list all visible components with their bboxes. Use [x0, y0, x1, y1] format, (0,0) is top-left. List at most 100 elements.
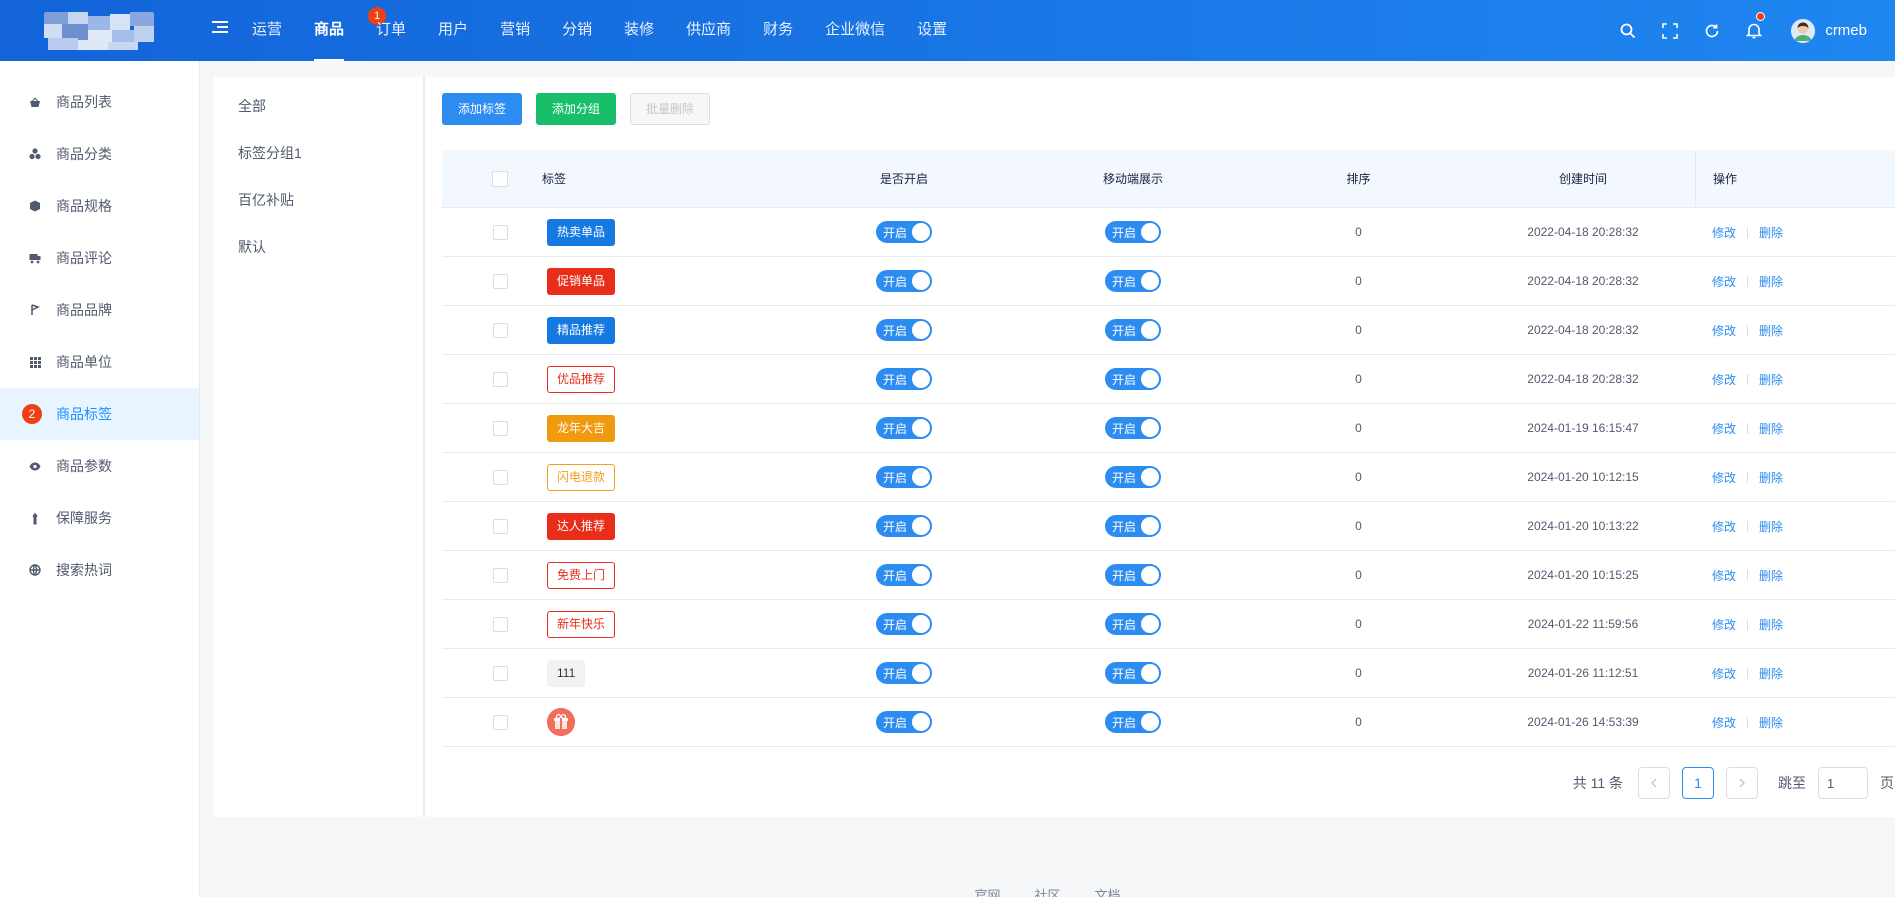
delete-link[interactable]: 删除 [1759, 714, 1783, 731]
row-checkbox[interactable] [492, 518, 508, 534]
tag-group-item[interactable]: 标签分组1 [214, 130, 423, 177]
open-switch[interactable]: 开启 [876, 662, 932, 684]
nav-item-1[interactable]: 商品 1 [298, 0, 387, 61]
mobile-switch[interactable]: 开启 [1105, 613, 1161, 635]
delete-link[interactable]: 删除 [1759, 224, 1783, 241]
nav-item-0[interactable]: 运营 [236, 0, 298, 61]
nav-item-10[interactable]: 设置 [901, 0, 963, 61]
mobile-switch[interactable]: 开启 [1105, 711, 1161, 733]
select-all-checkbox[interactable] [492, 170, 508, 187]
nav-item-6[interactable]: 装修 [608, 0, 670, 61]
edit-link[interactable]: 修改 [1712, 665, 1736, 682]
edit-link[interactable]: 修改 [1712, 273, 1736, 290]
nav-item-9[interactable]: 企业微信 [809, 0, 901, 61]
edit-link[interactable]: 修改 [1712, 420, 1736, 437]
delete-link[interactable]: 删除 [1759, 420, 1783, 437]
tag-group-item[interactable]: 百亿补贴 [214, 177, 423, 224]
sidebar-item-1[interactable]: 商品分类 [0, 128, 199, 180]
sidebar-item-5[interactable]: 商品单位 [0, 336, 199, 388]
edit-link[interactable]: 修改 [1712, 469, 1736, 486]
page-1-button[interactable]: 1 [1682, 767, 1714, 799]
tag-group-item[interactable]: 默认 [214, 224, 423, 271]
sidebar-item-8[interactable]: 保障服务 [0, 492, 199, 544]
next-page-button[interactable] [1726, 767, 1758, 799]
edit-link[interactable]: 修改 [1712, 371, 1736, 388]
nav-item-2[interactable]: 订单 [360, 0, 422, 61]
add-tag-button[interactable]: 添加标签 [442, 93, 522, 125]
sidebar-item-3[interactable]: 商品评论 [0, 232, 199, 284]
nav-item-5[interactable]: 分销 [546, 0, 608, 61]
mobile-switch[interactable]: 开启 [1105, 270, 1161, 292]
row-checkbox[interactable] [492, 665, 508, 681]
row-checkbox[interactable] [492, 322, 508, 338]
mobile-switch[interactable]: 开启 [1105, 417, 1161, 439]
prev-page-button[interactable] [1638, 767, 1670, 799]
mobile-switch[interactable]: 开启 [1105, 662, 1161, 684]
open-switch[interactable]: 开启 [876, 270, 932, 292]
sidebar-item-2[interactable]: 商品规格 [0, 180, 199, 232]
delete-link[interactable]: 删除 [1759, 273, 1783, 290]
sidebar-item-6[interactable]: 2 商品标签 [0, 388, 199, 440]
fullscreen-icon[interactable] [1649, 0, 1691, 61]
bell-icon[interactable] [1733, 0, 1775, 61]
category-icon [29, 148, 41, 160]
sidebar-item-7[interactable]: 商品参数 [0, 440, 199, 492]
mobile-switch[interactable]: 开启 [1105, 564, 1161, 586]
user-menu[interactable]: crmeb [1775, 18, 1895, 43]
row-checkbox[interactable] [492, 273, 508, 289]
page-jump-input[interactable] [1818, 767, 1868, 799]
sidebar-item-0[interactable]: 商品列表 [0, 76, 199, 128]
tag-group-item[interactable]: 全部 [214, 83, 423, 130]
row-checkbox[interactable] [492, 371, 508, 387]
delete-link[interactable]: 删除 [1759, 371, 1783, 388]
mobile-switch[interactable]: 开启 [1105, 368, 1161, 390]
search-icon[interactable] [1607, 0, 1649, 61]
nav-item-3[interactable]: 用户 [422, 0, 484, 61]
delete-link[interactable]: 删除 [1759, 567, 1783, 584]
open-switch[interactable]: 开启 [876, 564, 932, 586]
open-switch[interactable]: 开启 [876, 221, 932, 243]
open-switch[interactable]: 开启 [876, 368, 932, 390]
nav-item-7[interactable]: 供应商 [670, 0, 747, 61]
nav-item-4[interactable]: 营销 [484, 0, 546, 61]
row-checkbox[interactable] [492, 420, 508, 436]
nav-item-8[interactable]: 财务 [747, 0, 809, 61]
row-checkbox[interactable] [492, 224, 508, 240]
footer-link[interactable]: 社区 [1034, 885, 1060, 897]
edit-link[interactable]: 修改 [1712, 714, 1736, 731]
open-switch[interactable]: 开启 [876, 466, 932, 488]
row-checkbox[interactable] [492, 469, 508, 485]
footer-link[interactable]: 官网 [974, 885, 1000, 897]
row-checkbox[interactable] [492, 714, 508, 730]
open-switch[interactable]: 开启 [876, 711, 932, 733]
open-switch[interactable]: 开启 [876, 515, 932, 537]
edit-link[interactable]: 修改 [1712, 224, 1736, 241]
edit-link[interactable]: 修改 [1712, 518, 1736, 535]
mobile-switch[interactable]: 开启 [1105, 221, 1161, 243]
delete-link[interactable]: 删除 [1759, 322, 1783, 339]
edit-link[interactable]: 修改 [1712, 567, 1736, 584]
tag-group-list: 全部 标签分组1 百亿补贴 默认 [214, 77, 425, 817]
edit-link[interactable]: 修改 [1712, 322, 1736, 339]
sidebar-item-9[interactable]: 搜索热词 [0, 544, 199, 596]
menu-toggle-icon[interactable] [212, 21, 228, 37]
mobile-switch[interactable]: 开启 [1105, 515, 1161, 537]
row-checkbox[interactable] [492, 616, 508, 632]
delete-link[interactable]: 删除 [1759, 469, 1783, 486]
divider [1747, 667, 1749, 679]
delete-link[interactable]: 删除 [1759, 616, 1783, 633]
mobile-switch[interactable]: 开启 [1105, 319, 1161, 341]
open-switch[interactable]: 开启 [876, 417, 932, 439]
footer-link[interactable]: 文档 [1095, 885, 1121, 897]
delete-link[interactable]: 删除 [1759, 518, 1783, 535]
mobile-switch[interactable]: 开启 [1105, 466, 1161, 488]
add-group-button[interactable]: 添加分组 [536, 93, 616, 125]
edit-link[interactable]: 修改 [1712, 616, 1736, 633]
logo[interactable] [44, 12, 154, 50]
refresh-icon[interactable] [1691, 0, 1733, 61]
row-checkbox[interactable] [492, 567, 508, 583]
open-switch[interactable]: 开启 [876, 613, 932, 635]
delete-link[interactable]: 删除 [1759, 665, 1783, 682]
open-switch[interactable]: 开启 [876, 319, 932, 341]
sidebar-item-4[interactable]: 商品品牌 [0, 284, 199, 336]
